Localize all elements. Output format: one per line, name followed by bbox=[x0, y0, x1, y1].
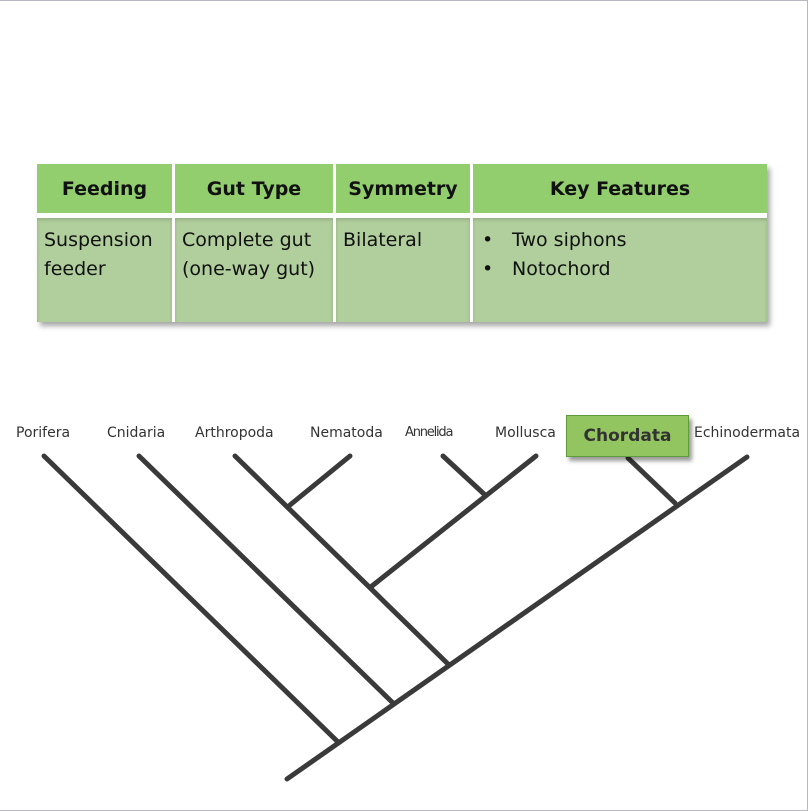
taxon-arthropoda: Arthropoda bbox=[195, 425, 274, 441]
taxon-annelida: Annelida bbox=[405, 425, 453, 440]
taxon-mollusca: Mollusca bbox=[495, 425, 556, 441]
taxon-echinodermata: Echinodermata bbox=[694, 425, 801, 441]
taxon-nematoda: Nematoda bbox=[310, 425, 383, 441]
branch-annelida bbox=[440, 453, 487, 497]
trunk-line bbox=[284, 454, 750, 782]
taxon-porifera: Porifera bbox=[16, 425, 71, 441]
branch-cnidaria bbox=[136, 453, 396, 706]
branch-chordata bbox=[625, 455, 678, 506]
taxon-chordata-highlight: Chordata bbox=[566, 415, 689, 457]
branch-mollusca bbox=[369, 453, 539, 589]
branch-nematoda bbox=[287, 453, 353, 508]
branch-arthropoda bbox=[232, 453, 451, 667]
cladogram bbox=[41, 453, 750, 782]
taxon-cnidaria: Cnidaria bbox=[107, 425, 166, 441]
